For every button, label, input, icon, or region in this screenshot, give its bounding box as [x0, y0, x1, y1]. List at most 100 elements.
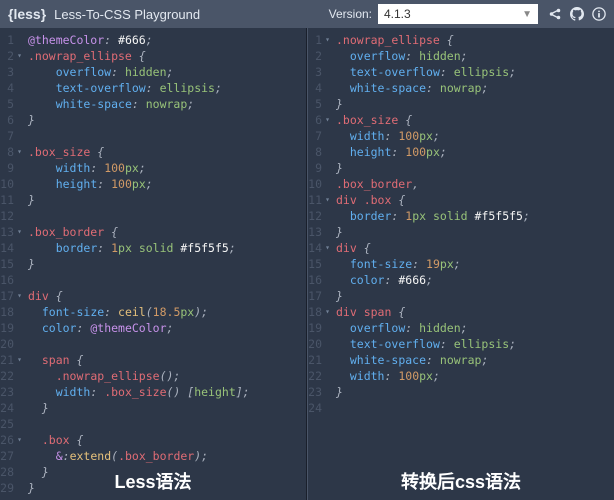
code-line[interactable]: 14 border: 1px solid #f5f5f5; — [0, 240, 306, 256]
code-line[interactable]: 19 overflow: hidden; — [308, 320, 614, 336]
version-select[interactable]: 4.1.3 ▼ — [378, 4, 538, 24]
fold-icon[interactable]: ▾ — [324, 304, 330, 320]
line-gutter: 27 — [0, 448, 28, 464]
github-icon[interactable] — [570, 7, 584, 21]
fold-icon[interactable]: ▾ — [16, 432, 22, 448]
code-content: &:extend(.box_border); — [28, 448, 306, 464]
less-editor[interactable]: 1@themeColor: #666;2▾.nowrap_ellipse {3 … — [0, 28, 306, 500]
code-content — [28, 128, 306, 144]
code-line[interactable]: 4 text-overflow: ellipsis; — [0, 80, 306, 96]
line-gutter: 22 — [0, 368, 28, 384]
line-gutter: 20 — [308, 336, 336, 352]
code-line[interactable]: 15 font-size: 19px; — [308, 256, 614, 272]
line-gutter: 10 — [308, 176, 336, 192]
code-line[interactable]: 1▾.nowrap_ellipse { — [308, 32, 614, 48]
page-title: Less-To-CSS Playground — [54, 7, 200, 22]
code-content: color: #666; — [336, 272, 614, 288]
code-line[interactable]: 11▾div .box { — [308, 192, 614, 208]
code-line[interactable]: 13} — [308, 224, 614, 240]
fold-icon[interactable]: ▾ — [324, 112, 330, 128]
code-content: white-space: nowrap; — [336, 80, 614, 96]
code-line[interactable]: 8 height: 100px; — [308, 144, 614, 160]
code-line[interactable]: 3 overflow: hidden; — [0, 64, 306, 80]
fold-icon[interactable]: ▾ — [324, 240, 330, 256]
code-content: .box_size { — [336, 112, 614, 128]
code-line[interactable]: 7 width: 100px; — [308, 128, 614, 144]
fold-icon[interactable]: ▾ — [16, 352, 22, 368]
code-content: color: @themeColor; — [28, 320, 306, 336]
code-content — [28, 272, 306, 288]
code-line[interactable]: 2 overflow: hidden; — [308, 48, 614, 64]
code-line[interactable]: 22 .nowrap_ellipse(); — [0, 368, 306, 384]
line-gutter: 5 — [308, 96, 336, 112]
code-line[interactable]: 18▾div span { — [308, 304, 614, 320]
code-line[interactable]: 14▾div { — [308, 240, 614, 256]
code-line[interactable]: 23} — [308, 384, 614, 400]
code-content — [28, 416, 306, 432]
code-line[interactable]: 9 width: 100px; — [0, 160, 306, 176]
code-line[interactable]: 3 text-overflow: ellipsis; — [308, 64, 614, 80]
fold-icon[interactable]: ▾ — [16, 288, 22, 304]
code-line[interactable]: 6} — [0, 112, 306, 128]
code-line[interactable]: 6▾.box_size { — [308, 112, 614, 128]
line-gutter: 13▾ — [0, 224, 28, 240]
code-content: border: 1px solid #f5f5f5; — [336, 208, 614, 224]
fold-icon[interactable]: ▾ — [324, 32, 330, 48]
code-line[interactable]: 4 white-space: nowrap; — [308, 80, 614, 96]
code-line[interactable]: 24 — [308, 400, 614, 416]
code-line[interactable]: 19 color: @themeColor; — [0, 320, 306, 336]
left-caption: Less语法 — [114, 468, 191, 494]
code-line[interactable]: 7 — [0, 128, 306, 144]
code-line[interactable]: 12 border: 1px solid #f5f5f5; — [308, 208, 614, 224]
code-line[interactable]: 20 — [0, 336, 306, 352]
line-gutter: 7 — [308, 128, 336, 144]
header-icons — [548, 7, 606, 21]
code-content: text-overflow: ellipsis; — [336, 64, 614, 80]
code-line[interactable]: 17▾div { — [0, 288, 306, 304]
code-content: width: .box_size() [height]; — [28, 384, 306, 400]
css-pane: 1▾.nowrap_ellipse {2 overflow: hidden;3 … — [307, 28, 614, 500]
code-line[interactable]: 10.box_border, — [308, 176, 614, 192]
code-line[interactable]: 10 height: 100px; — [0, 176, 306, 192]
code-line[interactable]: 15} — [0, 256, 306, 272]
code-content: overflow: hidden; — [28, 64, 306, 80]
code-line[interactable]: 5} — [308, 96, 614, 112]
code-content: span { — [28, 352, 306, 368]
code-line[interactable]: 13▾.box_border { — [0, 224, 306, 240]
code-line[interactable]: 12 — [0, 208, 306, 224]
line-gutter: 15 — [308, 256, 336, 272]
fold-icon[interactable]: ▾ — [16, 224, 22, 240]
code-line[interactable]: 9} — [308, 160, 614, 176]
code-line[interactable]: 11} — [0, 192, 306, 208]
css-editor[interactable]: 1▾.nowrap_ellipse {2 overflow: hidden;3 … — [308, 28, 614, 420]
code-line[interactable]: 22 width: 100px; — [308, 368, 614, 384]
code-line[interactable]: 18 font-size: ceil(18.5px); — [0, 304, 306, 320]
code-line[interactable]: 5 white-space: nowrap; — [0, 96, 306, 112]
code-line[interactable]: 16 color: #666; — [308, 272, 614, 288]
code-content: } — [28, 112, 306, 128]
chevron-down-icon: ▼ — [522, 9, 532, 20]
code-line[interactable]: 21▾ span { — [0, 352, 306, 368]
fold-icon[interactable]: ▾ — [16, 144, 22, 160]
code-content: width: 100px; — [336, 128, 614, 144]
fold-icon[interactable]: ▾ — [324, 192, 330, 208]
line-gutter: 16 — [308, 272, 336, 288]
code-line[interactable]: 8▾.box_size { — [0, 144, 306, 160]
line-gutter: 12 — [308, 208, 336, 224]
code-line[interactable]: 20 text-overflow: ellipsis; — [308, 336, 614, 352]
info-icon[interactable] — [592, 7, 606, 21]
code-line[interactable]: 2▾.nowrap_ellipse { — [0, 48, 306, 64]
code-line[interactable]: 24 } — [0, 400, 306, 416]
code-line[interactable]: 21 white-space: nowrap; — [308, 352, 614, 368]
share-icon[interactable] — [548, 7, 562, 21]
code-line[interactable]: 23 width: .box_size() [height]; — [0, 384, 306, 400]
code-line[interactable]: 16 — [0, 272, 306, 288]
code-line[interactable]: 27 &:extend(.box_border); — [0, 448, 306, 464]
line-gutter: 26▾ — [0, 432, 28, 448]
code-line[interactable]: 17} — [308, 288, 614, 304]
fold-icon[interactable]: ▾ — [16, 48, 22, 64]
code-content: } — [336, 160, 614, 176]
code-line[interactable]: 25 — [0, 416, 306, 432]
code-line[interactable]: 26▾ .box { — [0, 432, 306, 448]
code-line[interactable]: 1@themeColor: #666; — [0, 32, 306, 48]
